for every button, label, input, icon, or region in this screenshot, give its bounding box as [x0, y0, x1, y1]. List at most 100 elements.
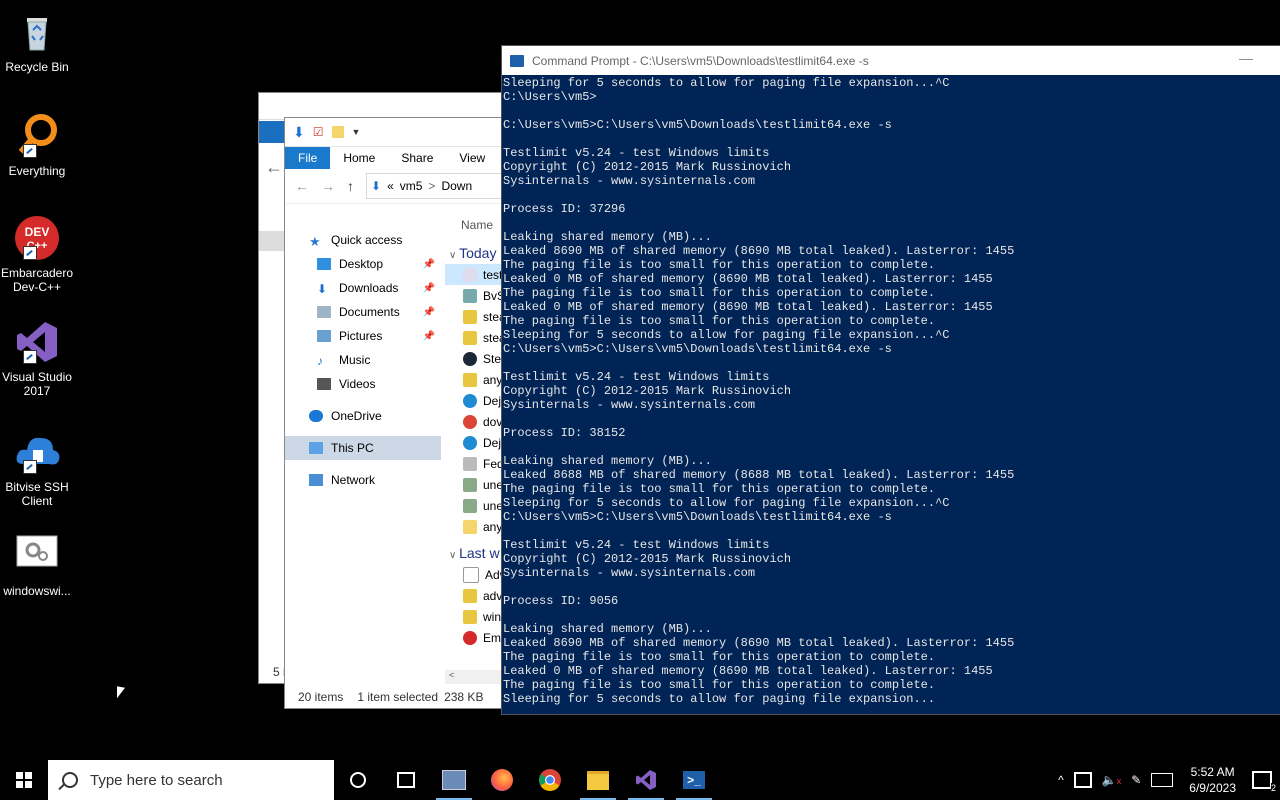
- file-name: any: [483, 372, 503, 387]
- nav-downloads[interactable]: ⬇ Downloads 📌: [285, 276, 441, 300]
- properties-icon[interactable]: ☑: [313, 125, 324, 139]
- address-bar[interactable]: ⬇ « vm5 > Down: [366, 173, 515, 199]
- back-icon[interactable]: ←: [295, 178, 309, 194]
- console-line: Leaked 0 MB of shared memory (8690 MB to…: [503, 664, 993, 678]
- command-prompt-window[interactable]: Command Prompt - C:\Users\vm5\Downloads\…: [501, 45, 1280, 715]
- group-label: Today: [459, 245, 497, 261]
- console-line: C:\Users\vm5>C:\Users\vm5\Downloads\test…: [503, 342, 892, 356]
- back-arrow-icon[interactable]: ←: [265, 157, 283, 178]
- forward-icon[interactable]: →: [321, 178, 335, 194]
- search-box[interactable]: Type here to search: [48, 760, 334, 800]
- network-icon[interactable]: [1073, 772, 1092, 788]
- selection-count: 1 item selected: [357, 690, 439, 704]
- cortana-button[interactable]: [334, 760, 382, 800]
- nav-this-pc[interactable]: This PC: [285, 436, 441, 460]
- start-button[interactable]: [0, 760, 48, 800]
- nav-label: OneDrive: [331, 409, 382, 423]
- pin-icon[interactable]: 📌: [423, 283, 435, 294]
- iso-icon: [463, 456, 477, 471]
- zip-icon: [463, 309, 477, 324]
- taskbar-app-chrome[interactable]: [526, 760, 574, 800]
- nav-desktop[interactable]: Desktop 📌: [285, 252, 441, 276]
- chevron-up-icon[interactable]: ^: [1058, 773, 1064, 787]
- nav-label: Network: [331, 473, 376, 487]
- pin-icon[interactable]: 📌: [423, 331, 435, 342]
- address-segment-downloads[interactable]: Down: [441, 179, 472, 193]
- console-line: Copyright (C) 2012-2015 Mark Russinovich: [503, 552, 792, 566]
- selection-size: 238 KB: [444, 690, 484, 704]
- desktop-icon-recycle-bin[interactable]: Recycle Bin: [0, 8, 74, 74]
- console-line: C:\Users\vm5>: [503, 90, 597, 104]
- console-line: The paging file is too small for this op…: [503, 314, 936, 328]
- notification-center-icon[interactable]: 2: [1252, 771, 1276, 793]
- console-line: Process ID: 37296: [503, 202, 626, 216]
- console-output[interactable]: Sleeping for 5 seconds to allow for pagi…: [502, 75, 1280, 712]
- title-bar[interactable]: Command Prompt - C:\Users\vm5\Downloads\…: [502, 46, 1280, 75]
- nav-label: Quick access: [331, 233, 403, 247]
- tab-home[interactable]: Home: [330, 147, 388, 169]
- console-line: Leaked 0 MB of shared memory (8690 MB to…: [503, 300, 993, 314]
- pin-icon[interactable]: 📌: [423, 259, 435, 270]
- download-arrow-icon[interactable]: ⬇: [293, 124, 305, 141]
- nav-network[interactable]: Network: [285, 468, 441, 492]
- svg-text:DEV: DEV: [25, 225, 50, 239]
- nav-quick-access[interactable]: ★ Quick access: [285, 228, 441, 252]
- desktop-icon-everything[interactable]: Everything: [0, 112, 74, 178]
- desktop-icon-devcpp[interactable]: DEV C++ Embarcadero Dev-C++: [0, 214, 74, 294]
- quick-access-toolbar: ⬇ ☑ ▼: [285, 118, 515, 147]
- keyboard-icon[interactable]: [1151, 773, 1174, 787]
- tab-share[interactable]: Share: [388, 147, 446, 169]
- nav-documents[interactable]: Documents 📌: [285, 300, 441, 324]
- minimize-button[interactable]: —: [1239, 50, 1253, 66]
- firefox-icon: [491, 769, 513, 791]
- nav-onedrive[interactable]: OneDrive: [285, 404, 441, 428]
- nav-pictures[interactable]: Pictures 📌: [285, 324, 441, 348]
- file-explorer-window[interactable]: ⬇ ☑ ▼ File Home Share View ← → ↑ ⬇ « vm5…: [284, 117, 519, 709]
- taskbar-app-visual-studio[interactable]: [622, 760, 670, 800]
- videos-icon: [317, 378, 331, 390]
- desktop-icon-windowswi[interactable]: windowswi...: [0, 532, 74, 598]
- nav-music[interactable]: ♪ Music: [285, 348, 441, 372]
- desktop-icon-bitvise[interactable]: Bitvise SSH Client: [0, 428, 74, 508]
- pen-icon[interactable]: ✎: [1131, 773, 1141, 787]
- tab-file[interactable]: File: [285, 147, 331, 169]
- taskbar-app-powershell[interactable]: >_: [670, 760, 718, 800]
- address-overflow[interactable]: «: [387, 179, 394, 193]
- nav-videos[interactable]: Videos: [285, 372, 441, 396]
- steam-icon: [463, 351, 477, 366]
- powershell-icon: [510, 54, 524, 67]
- task-view-button[interactable]: [382, 760, 430, 800]
- console-line: Testlimit v5.24 - test Windows limits: [503, 538, 770, 552]
- pin-icon[interactable]: 📌: [423, 307, 435, 318]
- taskbar-app-file-explorer[interactable]: [574, 760, 622, 800]
- file-name: any: [483, 519, 503, 534]
- nav-label: Music: [339, 353, 371, 367]
- title-bar: [259, 93, 519, 120]
- task-view-icon: [397, 772, 415, 788]
- chevron-down-icon[interactable]: ▼: [352, 127, 361, 137]
- folder-icon[interactable]: [331, 126, 344, 138]
- console-line: Testlimit v5.24 - test Windows limits: [503, 146, 770, 160]
- console-line: Sleeping for 5 seconds to allow for pagi…: [503, 496, 950, 510]
- console-line: Testlimit v5.24 - test Windows limits: [503, 370, 770, 384]
- address-segment-vm5[interactable]: vm5: [400, 179, 423, 193]
- control-panel-icon: [442, 770, 466, 790]
- desktop-icon-visual-studio[interactable]: Visual Studio 2017: [0, 318, 74, 398]
- volume-muted-icon[interactable]: 🔈x: [1102, 773, 1121, 787]
- taskbar-app-control-panel[interactable]: [430, 760, 478, 800]
- taskbar-app-firefox[interactable]: [478, 760, 526, 800]
- tab-view[interactable]: View: [446, 147, 498, 169]
- clock[interactable]: 5:52 AM 6/9/2023: [1183, 764, 1242, 796]
- desktop-label: Everything: [8, 164, 66, 178]
- status-bar: 20 items 1 item selected 238 KB: [285, 686, 515, 708]
- network-icon: [309, 474, 323, 486]
- chrome-icon: [539, 769, 561, 791]
- up-icon[interactable]: ↑: [347, 178, 354, 194]
- console-line: Process ID: 9056: [503, 594, 619, 608]
